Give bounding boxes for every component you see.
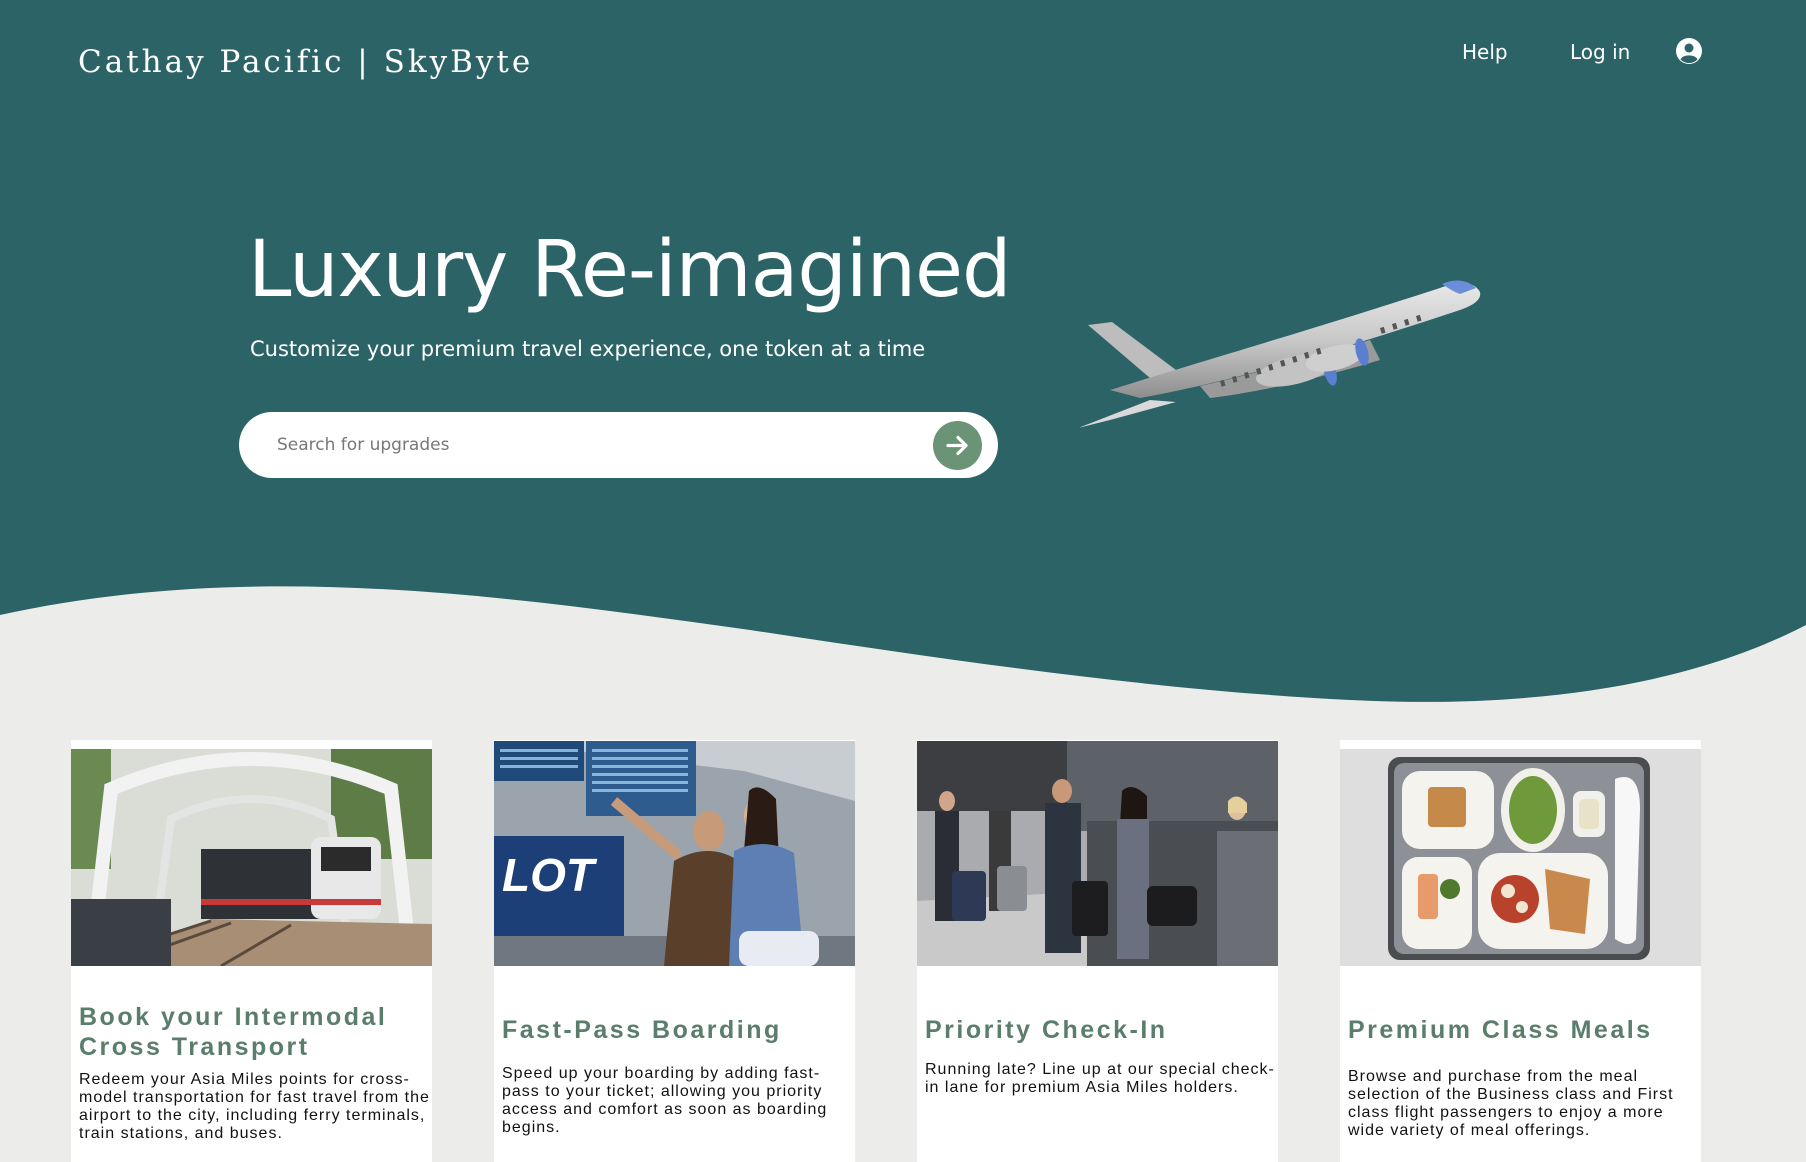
brand-logo[interactable]: Cathay Pacific | SkyByte <box>78 44 533 80</box>
user-circle-icon[interactable] <box>1675 37 1703 65</box>
arrow-right-icon <box>946 435 968 456</box>
card-title: Premium Class Meals <box>1348 1016 1653 1044</box>
card-title: Book your Intermodal Cross Transport <box>79 1003 388 1061</box>
airport-couple-photo: LOT <box>494 741 855 966</box>
train-photo <box>71 749 432 975</box>
service-card-priority-check-in[interactable]: Priority Check-In Running late? Line up … <box>917 740 1278 1162</box>
search-bar <box>239 412 998 478</box>
card-description: Redeem your Asia Miles points for cross-… <box>79 1071 430 1142</box>
hero-section: Cathay Pacific | SkyByte Help Log in Lux… <box>0 0 1806 720</box>
search-input[interactable] <box>277 430 917 460</box>
airplane-illustration <box>1080 280 1481 428</box>
nav-login-link[interactable]: Log in <box>1570 40 1630 64</box>
hero-title: Luxury Re-imagined <box>248 225 1012 315</box>
card-title: Priority Check-In <box>925 1016 1168 1044</box>
card-title: Fast-Pass Boarding <box>502 1016 782 1044</box>
hero-subtitle: Customize your premium travel experience… <box>250 337 926 361</box>
card-description: Speed up your boarding by adding fast-pa… <box>502 1065 828 1136</box>
meal-tray-photo <box>1340 749 1701 966</box>
check-in-counter-photo <box>917 741 1278 966</box>
card-description: Browse and purchase from the meal select… <box>1348 1068 1674 1139</box>
service-card-premium-meals[interactable]: Premium Class Meals Browse and purchase … <box>1340 740 1701 1162</box>
nav-help-link[interactable]: Help <box>1462 40 1508 64</box>
service-card-intermodal[interactable]: Book your Intermodal Cross Transport Red… <box>71 740 432 1162</box>
service-card-fast-pass[interactable]: LOT Fast-Pass Boarding Speed up your boa… <box>494 740 855 1162</box>
card-description: Running late? Line up at our special che… <box>925 1061 1275 1096</box>
lot-sign-text: LOT <box>502 849 598 901</box>
search-submit-button[interactable] <box>933 421 982 470</box>
